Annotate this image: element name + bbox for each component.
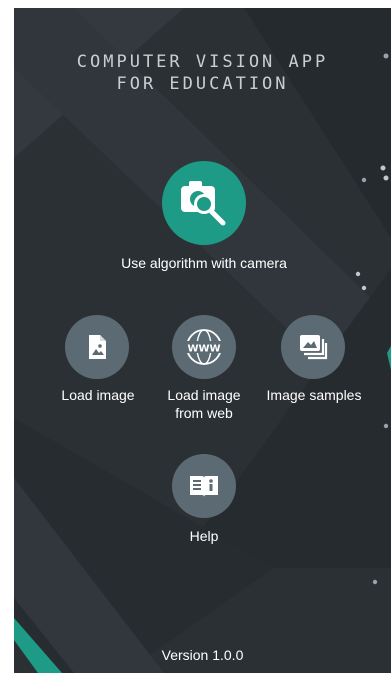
- camera-search-icon: [181, 181, 226, 226]
- app-title-line2: FOR EDUCATION: [116, 74, 289, 94]
- image-file-icon: [89, 335, 106, 359]
- image-samples-label[interactable]: Image samples: [256, 386, 372, 404]
- load-image-button[interactable]: [65, 315, 129, 379]
- version-text: Version 1.0.0: [161, 647, 244, 663]
- load-image-web-label-line1: Load image: [167, 387, 241, 403]
- load-image-web-button[interactable]: WWW: [172, 315, 236, 379]
- image-samples-button[interactable]: [281, 315, 345, 379]
- image-stack-icon: [300, 335, 328, 360]
- load-image-web-label-line2: from web: [175, 405, 233, 421]
- app-title-line1: COMPUTER VISION APP: [76, 52, 329, 72]
- www-globe-icon: WWW: [185, 329, 223, 365]
- book-info-icon: [190, 476, 218, 497]
- load-image-label[interactable]: Load image: [42, 386, 154, 404]
- load-image-web-label[interactable]: Load image from web: [154, 386, 254, 422]
- home-screen: COMPUTER VISION APP FOR EDUCATION Use al…: [14, 8, 391, 673]
- help-label[interactable]: Help: [154, 527, 254, 545]
- camera-algorithm-label[interactable]: Use algorithm with camera: [74, 254, 334, 272]
- help-button[interactable]: [172, 454, 236, 518]
- camera-algorithm-button[interactable]: [162, 161, 246, 245]
- svg-text:WWW: WWW: [187, 344, 220, 355]
